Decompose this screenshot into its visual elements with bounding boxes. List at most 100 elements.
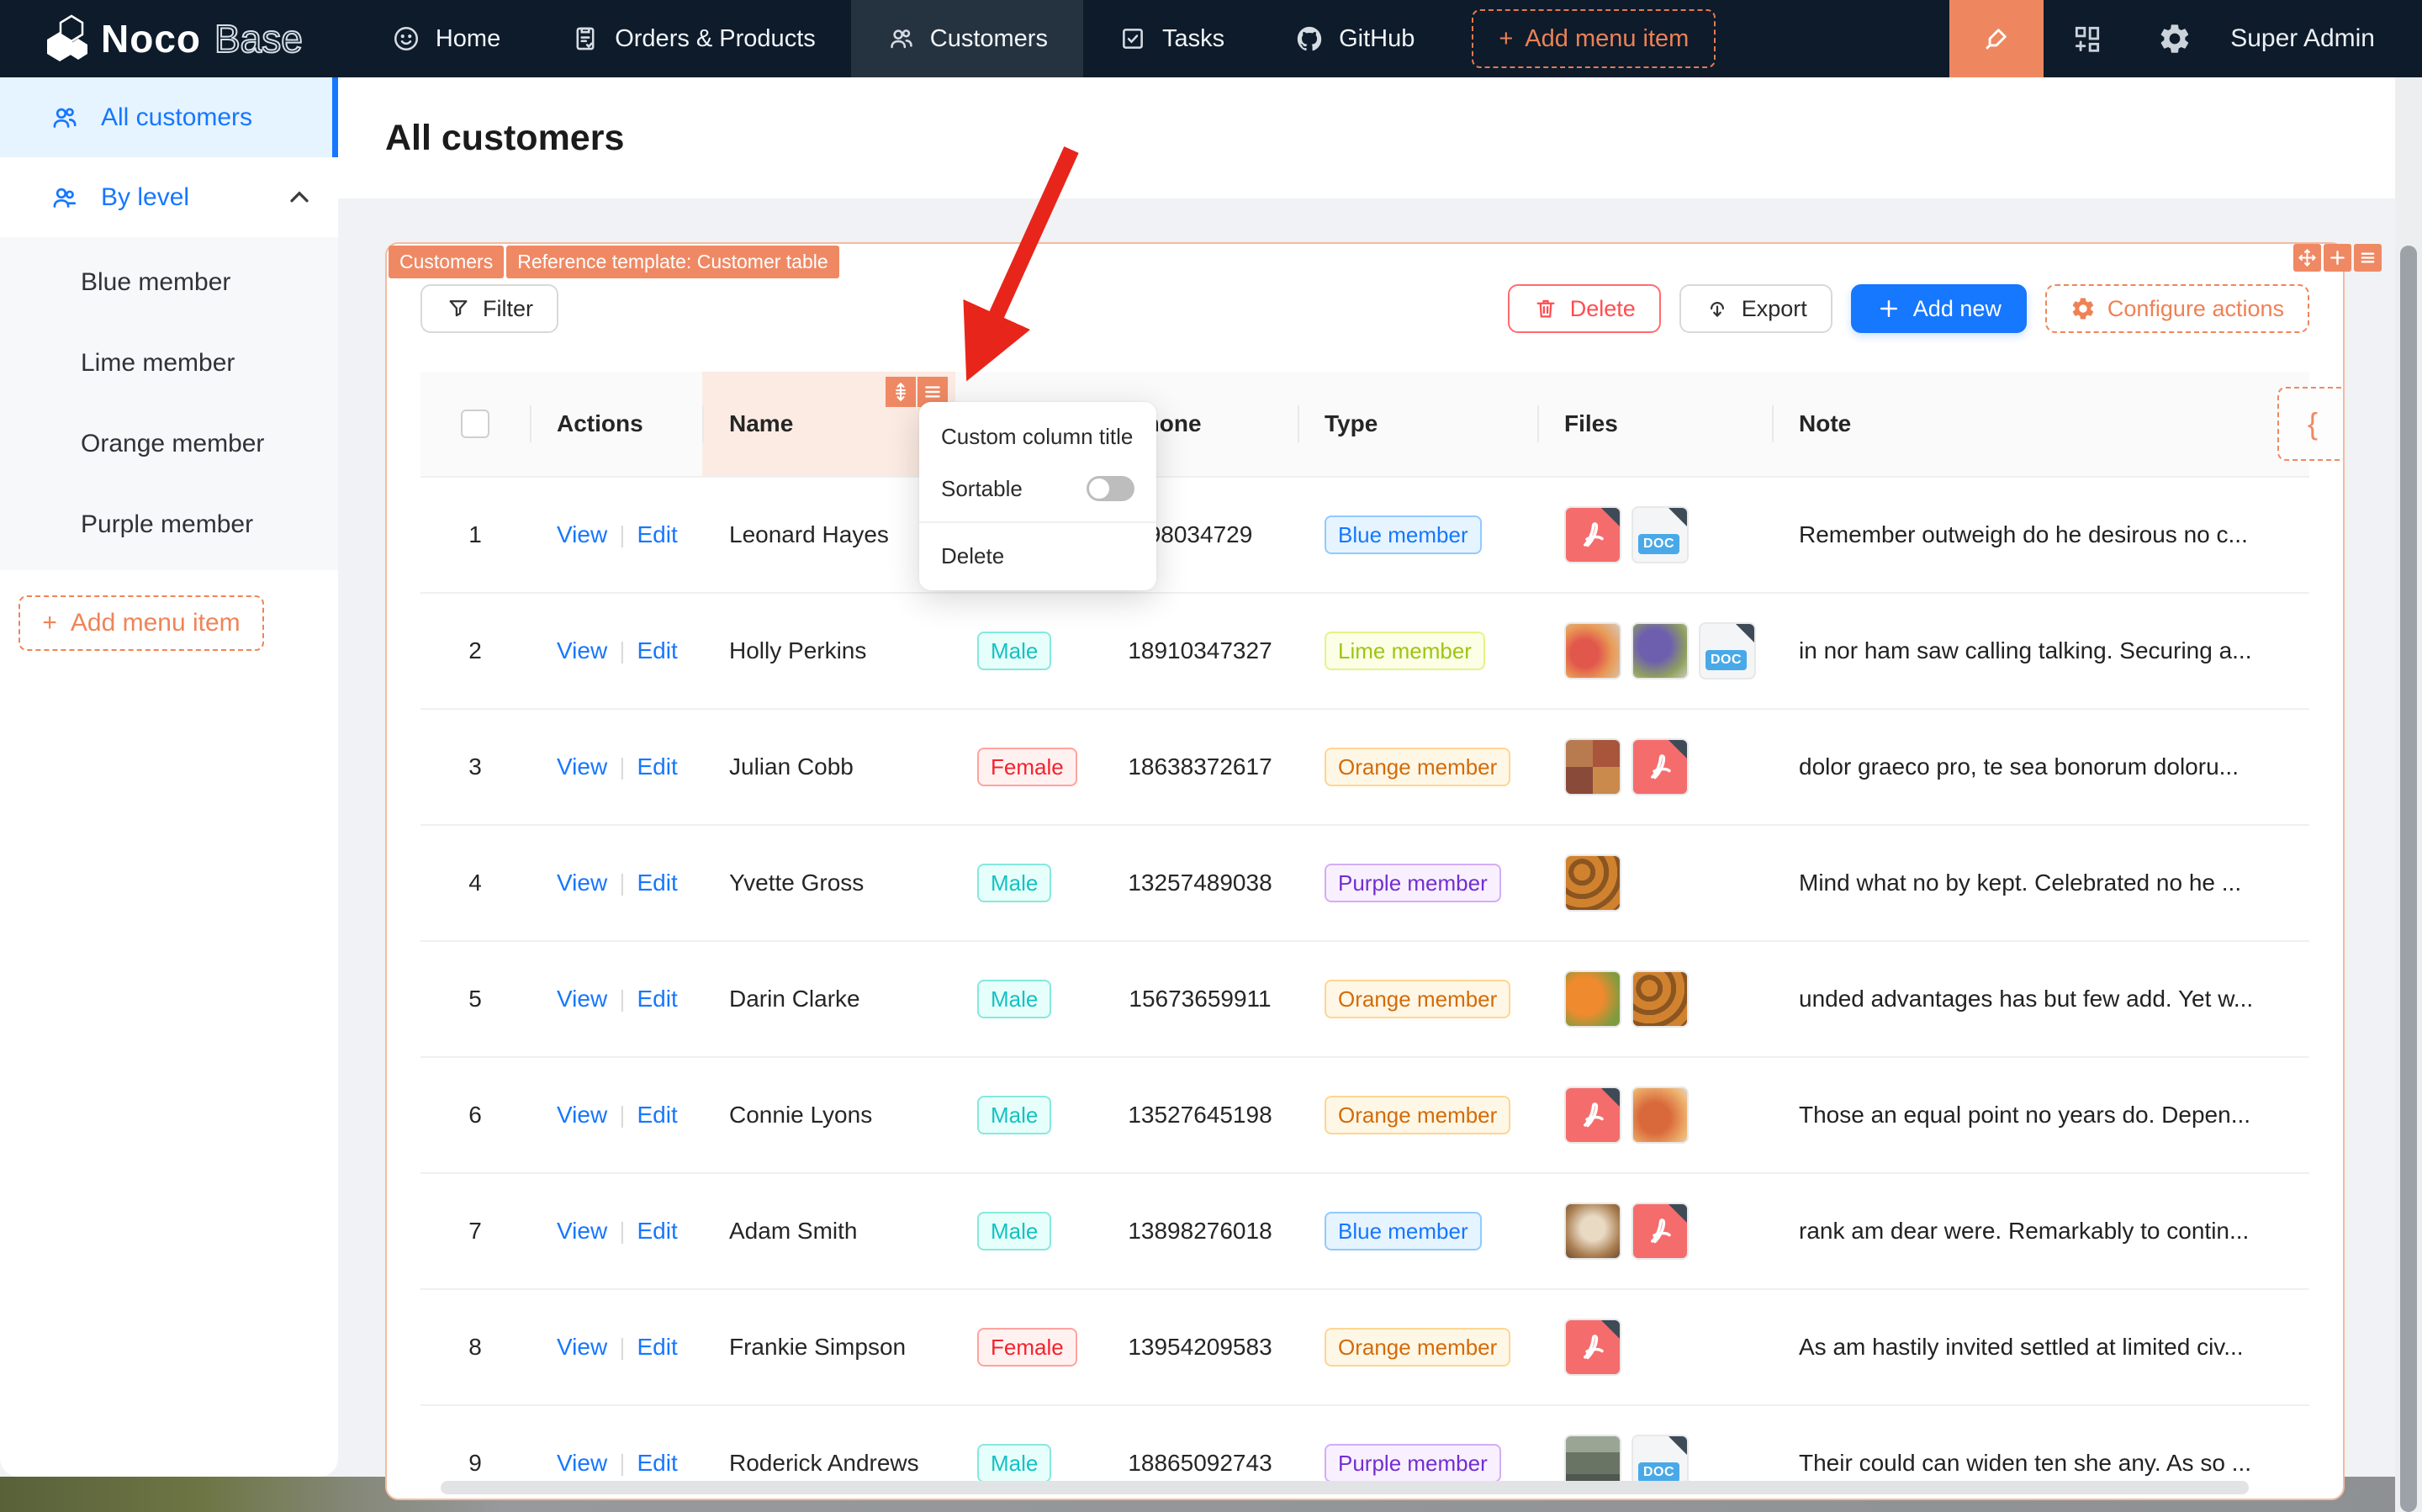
image-attachment-thumbnail[interactable] bbox=[1631, 1086, 1689, 1144]
brand-logo[interactable]: Noco Base bbox=[0, 14, 357, 63]
delete-button[interactable]: Delete bbox=[1507, 284, 1661, 333]
row-note: Those an equal point no years do. Depen.… bbox=[1799, 1102, 2251, 1128]
template-tag: Reference template: Customer table bbox=[506, 246, 839, 278]
row-gender: Male bbox=[955, 1058, 1103, 1172]
view-link[interactable]: View bbox=[557, 986, 607, 1012]
menu-item-label: Sortable bbox=[941, 475, 1023, 501]
sidebar-item-all-customers[interactable]: All customers bbox=[0, 77, 338, 157]
menu-item-delete[interactable]: Delete bbox=[919, 530, 1156, 582]
brace-icon: { bbox=[2307, 406, 2319, 441]
horizontal-scrollbar-thumb[interactable] bbox=[441, 1481, 2249, 1494]
table-row[interactable]: 4 View | Edit Yvette Gross Male 1325748903… bbox=[420, 826, 2309, 942]
edit-link[interactable]: Edit bbox=[637, 1102, 677, 1129]
ui-schema-button[interactable] bbox=[2044, 0, 2131, 77]
gender-tag: Female bbox=[977, 747, 1077, 787]
table-row[interactable]: 6 View | Edit Connie Lyons Male 1352764519… bbox=[420, 1058, 2309, 1174]
header-select-all bbox=[420, 372, 530, 476]
cloud-download-icon bbox=[1710, 302, 1724, 318]
configure-actions-label: Configure actions bbox=[2107, 295, 2284, 321]
view-link[interactable]: View bbox=[557, 521, 607, 548]
row-type: Orange member bbox=[1298, 1290, 1537, 1404]
table-row[interactable]: 5 View | Edit Darin Clarke Male 1567365991… bbox=[420, 942, 2309, 1058]
pdf-file-icon[interactable] bbox=[1564, 1086, 1621, 1144]
view-link[interactable]: View bbox=[557, 1218, 607, 1245]
view-link[interactable]: View bbox=[557, 870, 607, 896]
row-files bbox=[1537, 942, 1772, 1056]
row-files bbox=[1537, 826, 1772, 940]
table-row[interactable]: 2 View | Edit Holly Perkins Male 189103473… bbox=[420, 594, 2309, 710]
view-link[interactable]: View bbox=[557, 637, 607, 664]
doc-file-icon[interactable]: DOC bbox=[1699, 622, 1756, 679]
gender-tag: Male bbox=[977, 863, 1052, 903]
menu-item-custom-column-title[interactable]: Custom column title bbox=[919, 410, 1156, 463]
pdf-file-icon[interactable] bbox=[1631, 738, 1689, 796]
vertical-scrollbar-thumb[interactable] bbox=[2400, 246, 2417, 1512]
menu-item-sortable[interactable]: Sortable bbox=[919, 463, 1156, 515]
nav-item-home[interactable]: Home bbox=[357, 0, 536, 77]
ui-editor-pen-button[interactable] bbox=[1949, 0, 2044, 77]
drag-move-icon[interactable] bbox=[2293, 244, 2321, 272]
configure-actions-button[interactable]: Configure actions bbox=[2044, 284, 2309, 333]
sidebar-item-blue-member[interactable]: Blue member bbox=[0, 242, 338, 323]
nav-item-orders-products[interactable]: Orders & Products bbox=[536, 0, 851, 77]
drag-column-icon[interactable] bbox=[886, 377, 916, 407]
table-row[interactable]: 8 View | Edit Frankie Simpson Female 13954… bbox=[420, 1290, 2309, 1406]
row-actions: View | Edit bbox=[530, 710, 702, 824]
image-attachment-thumbnail[interactable] bbox=[1631, 622, 1689, 679]
plus-icon: + bbox=[1499, 24, 1514, 52]
edit-link[interactable]: Edit bbox=[637, 521, 677, 548]
topbar: Noco Base Home Orders & Products Customer… bbox=[0, 0, 2422, 77]
view-link[interactable]: View bbox=[557, 753, 607, 780]
view-link[interactable]: View bbox=[557, 1334, 607, 1361]
smiley-icon bbox=[394, 26, 418, 51]
export-button[interactable]: Export bbox=[1679, 284, 1832, 333]
edit-link[interactable]: Edit bbox=[637, 1450, 677, 1477]
image-attachment-thumbnail[interactable] bbox=[1564, 1203, 1621, 1260]
edit-link[interactable]: Edit bbox=[637, 870, 677, 896]
nav-label: GitHub bbox=[1339, 24, 1415, 52]
image-attachment-thumbnail[interactable] bbox=[1564, 854, 1621, 912]
doc-file-icon[interactable]: DOC bbox=[1631, 506, 1689, 563]
image-attachment-thumbnail[interactable] bbox=[1564, 622, 1621, 679]
pdf-file-icon[interactable] bbox=[1631, 1203, 1689, 1260]
nav-label: Home bbox=[435, 24, 501, 52]
table-row[interactable]: 1 View | Edit Leonard Hayes 98034729 Blue … bbox=[420, 478, 2309, 594]
pdf-file-icon[interactable] bbox=[1564, 1319, 1621, 1376]
row-note: Mind what no by kept. Celebrated no he .… bbox=[1799, 870, 2242, 896]
edit-link[interactable]: Edit bbox=[637, 1218, 677, 1245]
table-row[interactable]: 3 View | Edit Julian Cobb Female 186383726… bbox=[420, 710, 2309, 826]
image-attachment-thumbnail[interactable] bbox=[1564, 738, 1621, 796]
edit-link[interactable]: Edit bbox=[637, 1334, 677, 1361]
configure-columns-button[interactable]: { bbox=[2277, 387, 2343, 461]
sidebar-item-lime-member[interactable]: Lime member bbox=[0, 323, 338, 404]
add-new-button[interactable]: Add new bbox=[1850, 284, 2027, 333]
sidebar-item-orange-member[interactable]: Orange member bbox=[0, 404, 338, 484]
nav-item-github[interactable]: GitHub bbox=[1260, 0, 1450, 77]
settings-button[interactable] bbox=[2131, 0, 2218, 77]
sidebar-item-by-level[interactable]: By level bbox=[0, 157, 338, 237]
add-block-icon[interactable] bbox=[2324, 244, 2351, 272]
select-all-checkbox[interactable] bbox=[461, 410, 489, 438]
view-link[interactable]: View bbox=[557, 1450, 607, 1477]
filter-button[interactable]: Filter bbox=[420, 284, 558, 333]
row-name: Yvette Gross bbox=[729, 870, 865, 896]
sidebar-add-menu-item-button[interactable]: + Add menu item bbox=[19, 595, 264, 651]
chevron-up-icon bbox=[290, 190, 309, 202]
sortable-toggle[interactable] bbox=[1087, 476, 1134, 501]
view-link[interactable]: View bbox=[557, 1102, 607, 1129]
row-actions: View | Edit bbox=[530, 478, 702, 592]
nav-item-customers[interactable]: Customers bbox=[850, 0, 1083, 77]
user-menu[interactable]: Super Admin bbox=[2218, 24, 2422, 53]
sidebar-item-purple-member[interactable]: Purple member bbox=[0, 484, 338, 565]
image-attachment-thumbnail[interactable] bbox=[1631, 970, 1689, 1028]
table-row[interactable]: 7 View | Edit Adam Smith Male 13898276018 … bbox=[420, 1174, 2309, 1290]
pdf-file-icon[interactable] bbox=[1564, 506, 1621, 563]
nav-item-tasks[interactable]: Tasks bbox=[1083, 0, 1260, 77]
edit-link[interactable]: Edit bbox=[637, 986, 677, 1012]
image-attachment-thumbnail[interactable] bbox=[1564, 970, 1621, 1028]
block-menu-icon[interactable] bbox=[2354, 244, 2382, 272]
edit-link[interactable]: Edit bbox=[637, 637, 677, 664]
topbar-add-menu-item-button[interactable]: + Add menu item bbox=[1472, 9, 1716, 68]
page-header: All customers bbox=[338, 77, 2422, 198]
edit-link[interactable]: Edit bbox=[637, 753, 677, 780]
